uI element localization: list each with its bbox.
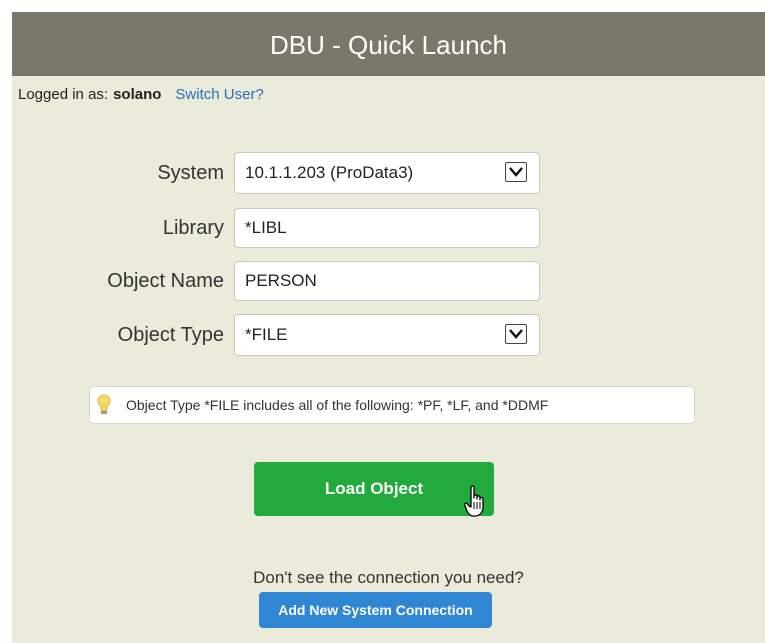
- object-type-select[interactable]: *FILE: [234, 314, 540, 356]
- object-type-label: Object Type: [117, 324, 224, 346]
- system-select[interactable]: 10.1.1.203 (ProData3): [234, 152, 540, 194]
- tip-box: Object Type *FILE includes all of the fo…: [89, 386, 695, 424]
- chevron-down-icon[interactable]: [505, 162, 527, 182]
- logged-in-label: Logged in as:: [18, 86, 109, 103]
- login-info: Logged in as: solano Switch User?: [18, 86, 264, 103]
- object-name-value: PERSON: [245, 271, 317, 290]
- switch-user-link[interactable]: Switch User?: [175, 86, 263, 103]
- tip-text: Object Type *FILE includes all of the fo…: [126, 397, 549, 413]
- system-label: System: [157, 162, 224, 184]
- library-value: *LIBL: [245, 218, 287, 237]
- object-name-input[interactable]: PERSON: [234, 261, 540, 301]
- system-value: 10.1.1.203 (ProData3): [245, 163, 414, 182]
- hand-pointer-cursor-icon: [464, 485, 490, 524]
- object-name-label: Object Name: [107, 270, 224, 292]
- library-label: Library: [162, 217, 224, 239]
- object-type-value: *FILE: [245, 325, 288, 344]
- add-system-connection-button[interactable]: Add New System Connection: [259, 592, 492, 628]
- load-object-button[interactable]: Load Object: [254, 462, 494, 516]
- connection-prompt: Don't see the connection you need?: [253, 568, 524, 587]
- quick-launch-panel: DBU - Quick Launch Logged in as: solano …: [12, 12, 765, 643]
- header-bar: DBU - Quick Launch: [12, 12, 765, 76]
- library-input[interactable]: *LIBL: [234, 208, 540, 248]
- chevron-down-icon[interactable]: [505, 324, 527, 344]
- lightbulb-icon: [96, 394, 112, 416]
- page-title: DBU - Quick Launch: [270, 29, 507, 60]
- username: solano: [113, 86, 162, 103]
